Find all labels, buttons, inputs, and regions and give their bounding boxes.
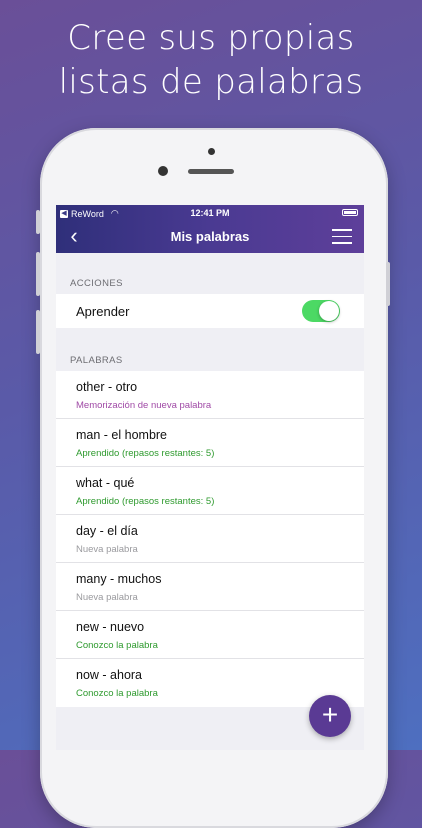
word-row[interactable]: what - qué Aprendido (repasos restantes: … xyxy=(56,467,364,515)
status-time: 12:41 PM xyxy=(190,208,230,218)
earpiece-speaker xyxy=(188,169,234,174)
word-pair: other - otro xyxy=(76,380,138,394)
word-row[interactable]: many - muchos Nueva palabra xyxy=(56,563,364,611)
word-row[interactable]: new - nuevo Conozco la palabra xyxy=(56,611,364,659)
word-status: Aprendido (repasos restantes: 5) xyxy=(76,448,215,459)
volume-up-button xyxy=(36,252,40,296)
headline-line-1: Cree sus propias xyxy=(67,18,355,58)
word-status: Conozco la palabra xyxy=(76,688,158,699)
volume-down-button xyxy=(36,310,40,354)
word-list: other - otro Memorización de nueva palabr… xyxy=(56,371,364,707)
navigation-bar: ◀ ReWord ◠ 12:41 PM ‹ Mis palabras xyxy=(56,205,364,253)
word-pair: man - el hombre xyxy=(76,428,168,442)
word-row[interactable]: man - el hombre Aprendido (repasos restan… xyxy=(56,419,364,467)
word-status: Aprendido (repasos restantes: 5) xyxy=(76,496,215,507)
status-bar: ◀ ReWord ◠ 12:41 PM xyxy=(56,205,364,221)
word-status: Nueva palabra xyxy=(76,592,138,603)
word-status: Conozco la palabra xyxy=(76,640,158,651)
page-title: Mis palabras xyxy=(170,229,250,244)
learn-toggle[interactable] xyxy=(302,300,340,322)
word-status: Memorización de nueva palabra xyxy=(76,400,212,411)
words-section-header: PALABRAS xyxy=(70,355,123,366)
proximity-sensor xyxy=(208,148,215,155)
word-row[interactable]: other - otro Memorización de nueva palabr… xyxy=(56,371,364,419)
actions-section-header: ACCIONES xyxy=(70,278,123,289)
headline-line-2: listas de palabras xyxy=(58,62,364,102)
learn-row: Aprender xyxy=(56,294,364,328)
word-row[interactable]: day - el día Nueva palabra xyxy=(56,515,364,563)
app-screen: ◀ ReWord ◠ 12:41 PM ‹ Mis palabras ACCIO… xyxy=(56,205,364,750)
word-pair: what - qué xyxy=(76,476,135,490)
menu-icon[interactable] xyxy=(332,229,352,244)
word-pair: new - nuevo xyxy=(76,620,145,634)
promo-headline: Cree sus propias listas de palabras xyxy=(0,16,422,104)
add-word-button[interactable]: + xyxy=(309,695,351,737)
battery-icon xyxy=(342,209,358,216)
learn-label: Aprender xyxy=(76,304,130,319)
word-pair: many - muchos xyxy=(76,572,162,586)
word-pair: day - el día xyxy=(76,524,138,538)
power-button xyxy=(386,262,390,306)
word-pair: now - ahora xyxy=(76,668,143,682)
front-camera xyxy=(158,166,168,176)
mute-switch xyxy=(36,210,40,234)
word-status: Nueva palabra xyxy=(76,544,138,555)
